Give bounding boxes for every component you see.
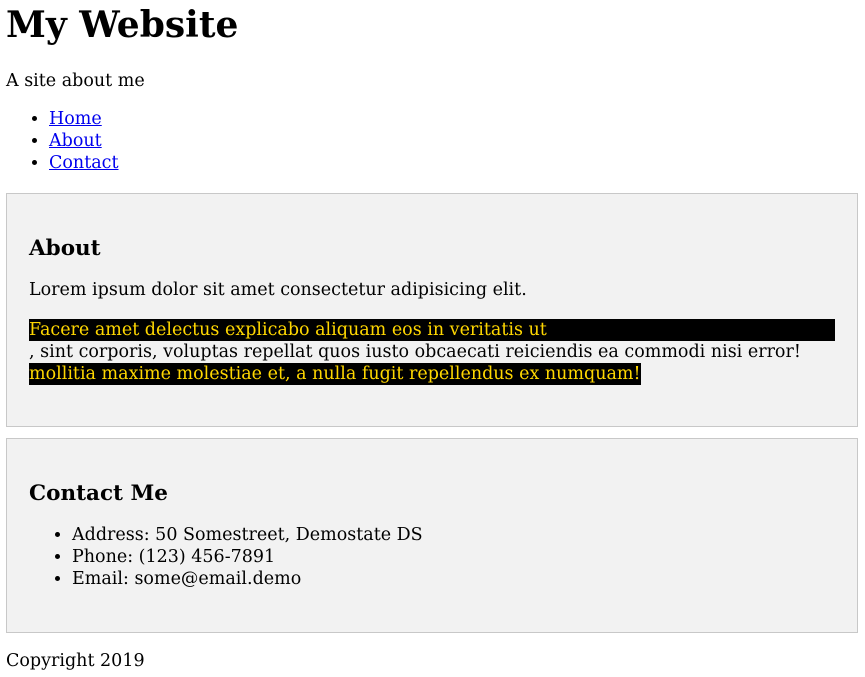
plain-text: , sint corporis, voluptas repellat quos … (29, 342, 801, 362)
site-footer: Copyright 2019 (6, 651, 145, 671)
site-tagline: A site about me (6, 71, 145, 91)
highlighted-text: mollitia maxime molestiae et, a nulla fu… (29, 363, 641, 385)
nav-link-home[interactable]: Home (49, 109, 102, 129)
nav-item-about: About (49, 130, 858, 152)
contact-heading: Contact Me (29, 481, 168, 506)
page: My Website A site about me Home About Co… (0, 3, 865, 672)
about-heading: About (29, 236, 101, 261)
contact-phone: Phone: (123) 456-7891 (72, 546, 835, 568)
nav-item-home: Home (49, 108, 858, 130)
about-paragraph: Lorem ipsum dolor sit amet consectetur a… (29, 280, 527, 300)
contact-list: Address: 50 Somestreet, Demostate DS Pho… (29, 524, 835, 590)
site-title: My Website (6, 4, 239, 46)
contact-address: Address: 50 Somestreet, Demostate DS (72, 524, 835, 546)
about-highlight-paragraph: Facere amet delectus explicabo aliquam e… (29, 319, 835, 385)
highlighted-text: Facere amet delectus explicabo aliquam e… (29, 319, 835, 341)
main-nav: Home About Contact (6, 108, 858, 174)
about-section: About Lorem ipsum dolor sit amet consect… (6, 193, 858, 427)
contact-section: Contact Me Address: 50 Somestreet, Demos… (6, 438, 858, 633)
site-header: My Website A site about me Home About Co… (6, 3, 858, 174)
nav-link-about[interactable]: About (49, 131, 102, 151)
contact-email: Email: some@email.demo (72, 568, 835, 590)
nav-link-contact[interactable]: Contact (49, 153, 119, 173)
nav-item-contact: Contact (49, 152, 858, 174)
